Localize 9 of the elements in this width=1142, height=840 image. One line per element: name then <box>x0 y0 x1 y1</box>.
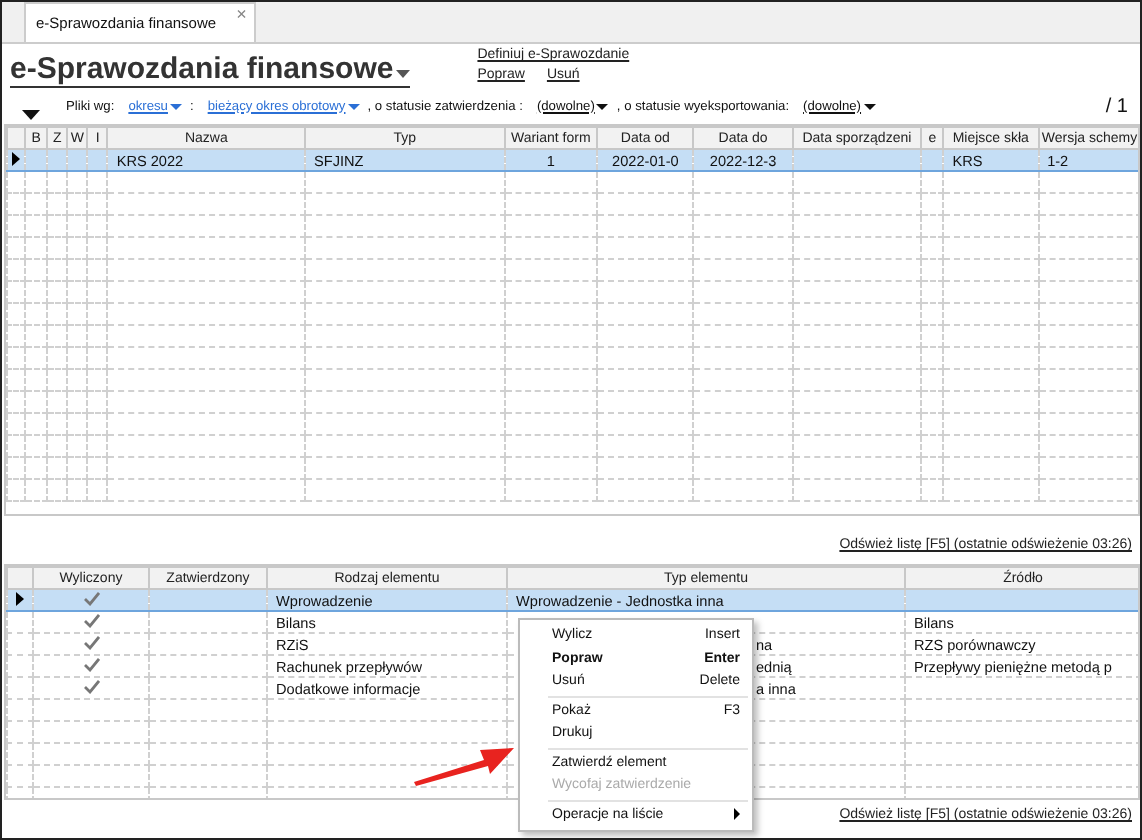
caret-icon <box>395 69 410 77</box>
pointer-arrow <box>412 742 516 786</box>
close-icon[interactable]: × <box>236 4 247 24</box>
module-title[interactable]: e-Sprawozdania finansowe <box>10 52 410 88</box>
expand-icon[interactable] <box>22 110 40 120</box>
row-pointer-icon <box>16 591 24 605</box>
page-count: / 1 <box>1105 95 1128 117</box>
submenu-arrow-icon <box>734 808 740 821</box>
row-pointer-icon <box>12 151 21 165</box>
